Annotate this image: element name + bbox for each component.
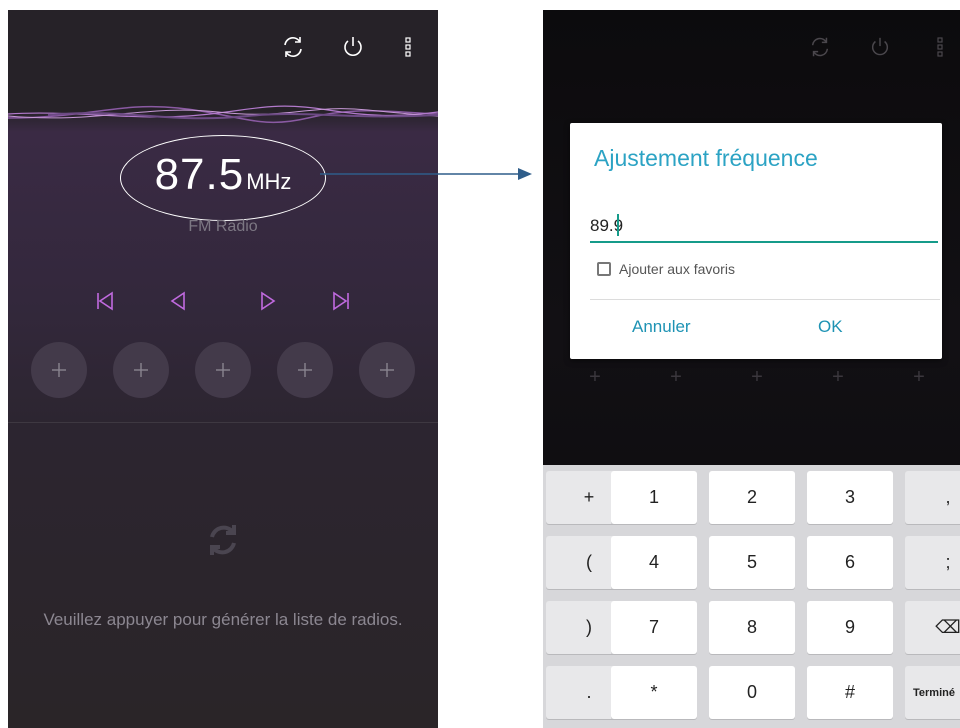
dialog-divider — [590, 299, 940, 300]
skip-next-icon[interactable] — [326, 286, 356, 316]
dim-preset-4: + — [832, 366, 844, 388]
preset-slot-1[interactable] — [31, 342, 87, 398]
highlight-ellipse — [120, 135, 326, 221]
seek-forward-icon[interactable] — [253, 286, 283, 316]
dim-preset-1: + — [589, 366, 601, 388]
frequency-input[interactable] — [590, 211, 938, 243]
preset-slot-5[interactable] — [359, 342, 415, 398]
key-comma[interactable]: , — [905, 471, 960, 524]
key-semicolon[interactable]: ; — [905, 536, 960, 589]
frequency-dialog-screen: + + + + + Ajustement fréquence Ajouter a… — [543, 10, 960, 728]
checkbox-box[interactable] — [597, 262, 611, 276]
preset-slot-4[interactable] — [277, 342, 333, 398]
key-6[interactable]: 6 — [807, 536, 893, 589]
key-0[interactable]: 0 — [709, 666, 795, 719]
fm-radio-screen: 87.5MHz FM Radio Veuillez appuyer pour g… — [8, 10, 438, 728]
dim-preset-3: + — [751, 366, 763, 388]
key-close-paren-label: ) — [586, 617, 592, 637]
refresh-icon[interactable] — [278, 32, 308, 62]
audio-waveform — [8, 105, 438, 124]
text-cursor — [617, 214, 619, 236]
key-5[interactable]: 5 — [709, 536, 795, 589]
key-hash[interactable]: # — [807, 666, 893, 719]
arrow-right-icon — [320, 168, 532, 180]
key-3[interactable]: 3 — [807, 471, 893, 524]
checkbox-label: Ajouter aux favoris — [619, 261, 735, 277]
ok-button[interactable]: OK — [818, 317, 843, 337]
dim-preset-5: + — [913, 366, 925, 388]
numeric-keyboard: + 1 2 3 , ( 4 5 6 ; ) - 7 8 9 ⌫ . / * 0 … — [543, 465, 960, 728]
divider — [8, 422, 438, 423]
key-2[interactable]: 2 — [709, 471, 795, 524]
power-icon — [865, 32, 895, 62]
key-8[interactable]: 8 — [709, 601, 795, 654]
scan-hint-text: Veuillez appuyer pour générer la liste d… — [43, 610, 403, 629]
cancel-button[interactable]: Annuler — [632, 317, 691, 337]
key-9[interactable]: 9 — [807, 601, 893, 654]
dialog-title: Ajustement fréquence — [594, 145, 818, 171]
key-7[interactable]: 7 — [611, 601, 697, 654]
generate-list-icon[interactable] — [203, 520, 243, 560]
key-asterisk[interactable]: * — [611, 666, 697, 719]
skip-previous-icon[interactable] — [90, 286, 120, 316]
add-favorites-checkbox[interactable]: Ajouter aux favoris — [597, 261, 735, 277]
source-label: FM Radio — [188, 218, 258, 235]
dim-preset-2: + — [670, 366, 682, 388]
key-period-label: . — [586, 682, 592, 702]
seek-back-icon[interactable] — [163, 286, 193, 316]
power-icon[interactable] — [338, 32, 368, 62]
done-key[interactable]: Terminé — [905, 666, 960, 719]
more-vert-icon — [925, 32, 955, 62]
preset-slot-3[interactable] — [195, 342, 251, 398]
key-1[interactable]: 1 — [611, 471, 697, 524]
refresh-icon — [805, 32, 835, 62]
backspace-icon[interactable]: ⌫ — [905, 601, 960, 654]
more-vert-icon[interactable] — [393, 32, 423, 62]
frequency-adjust-dialog: Ajustement fréquence Ajouter aux favoris… — [570, 123, 942, 359]
key-4[interactable]: 4 — [611, 536, 697, 589]
preset-slot-2[interactable] — [113, 342, 169, 398]
